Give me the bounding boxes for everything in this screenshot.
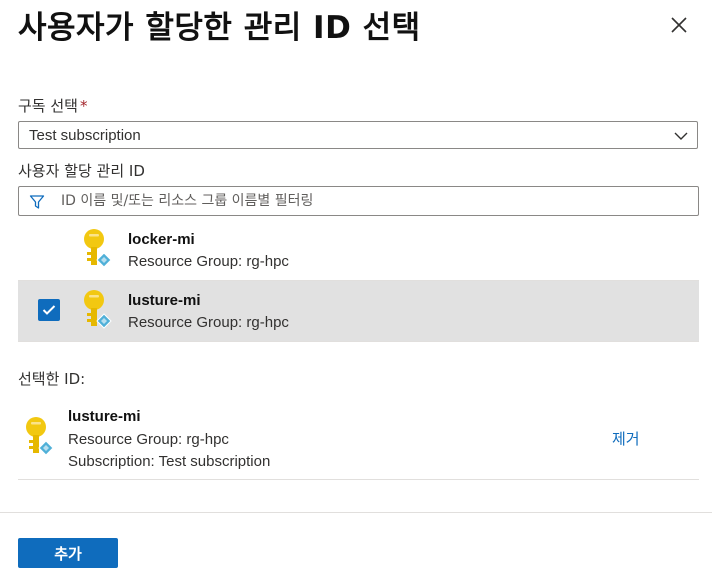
selected-identity-subscription: Subscription: Test subscription (68, 453, 271, 470)
subscription-value: Test subscription (29, 127, 141, 144)
close-button[interactable] (666, 12, 692, 38)
identity-resource-group: Resource Group: rg-hpc (128, 314, 289, 331)
selected-label: 선택한 ID: (18, 370, 86, 388)
remove-link[interactable]: 제거 (612, 428, 640, 449)
add-button[interactable]: 추가 (18, 538, 118, 568)
dialog-title: 사용자가 할당한 관리 ID 선택 (18, 10, 421, 46)
identity-name: locker-mi (128, 231, 195, 248)
filter-icon (29, 195, 45, 209)
managed-identity-icon (84, 229, 112, 268)
selected-identity-item: lusture-mi Resource Group: rg-hpc Subscr… (18, 400, 699, 480)
identity-row-lusture-mi[interactable]: lusture-mi Resource Group: rg-hpc (18, 281, 699, 342)
identity-resource-group: Resource Group: rg-hpc (128, 253, 289, 270)
filter-box[interactable] (18, 186, 699, 216)
managed-identity-icon (84, 290, 112, 329)
subscription-dropdown[interactable]: Test subscription (18, 121, 698, 149)
required-mark: * (79, 97, 88, 115)
checkmark-icon (42, 305, 56, 315)
selected-identity-resource-group: Resource Group: rg-hpc (68, 431, 229, 448)
identity-row-locker-mi[interactable]: locker-mi Resource Group: rg-hpc (18, 220, 699, 281)
chevron-down-icon (674, 132, 688, 140)
filter-input[interactable] (61, 191, 681, 211)
close-icon (671, 17, 687, 33)
subscription-label-text: 구독 선택 (18, 97, 78, 115)
identity-checkbox[interactable] (38, 299, 60, 321)
selected-identity-name: lusture-mi (68, 408, 141, 425)
managed-identity-icon (26, 417, 54, 456)
identity-section-label: 사용자 할당 관리 ID (18, 162, 145, 180)
identity-name: lusture-mi (128, 292, 201, 309)
footer-divider (0, 512, 712, 513)
subscription-label: 구독 선택 * (18, 95, 87, 116)
